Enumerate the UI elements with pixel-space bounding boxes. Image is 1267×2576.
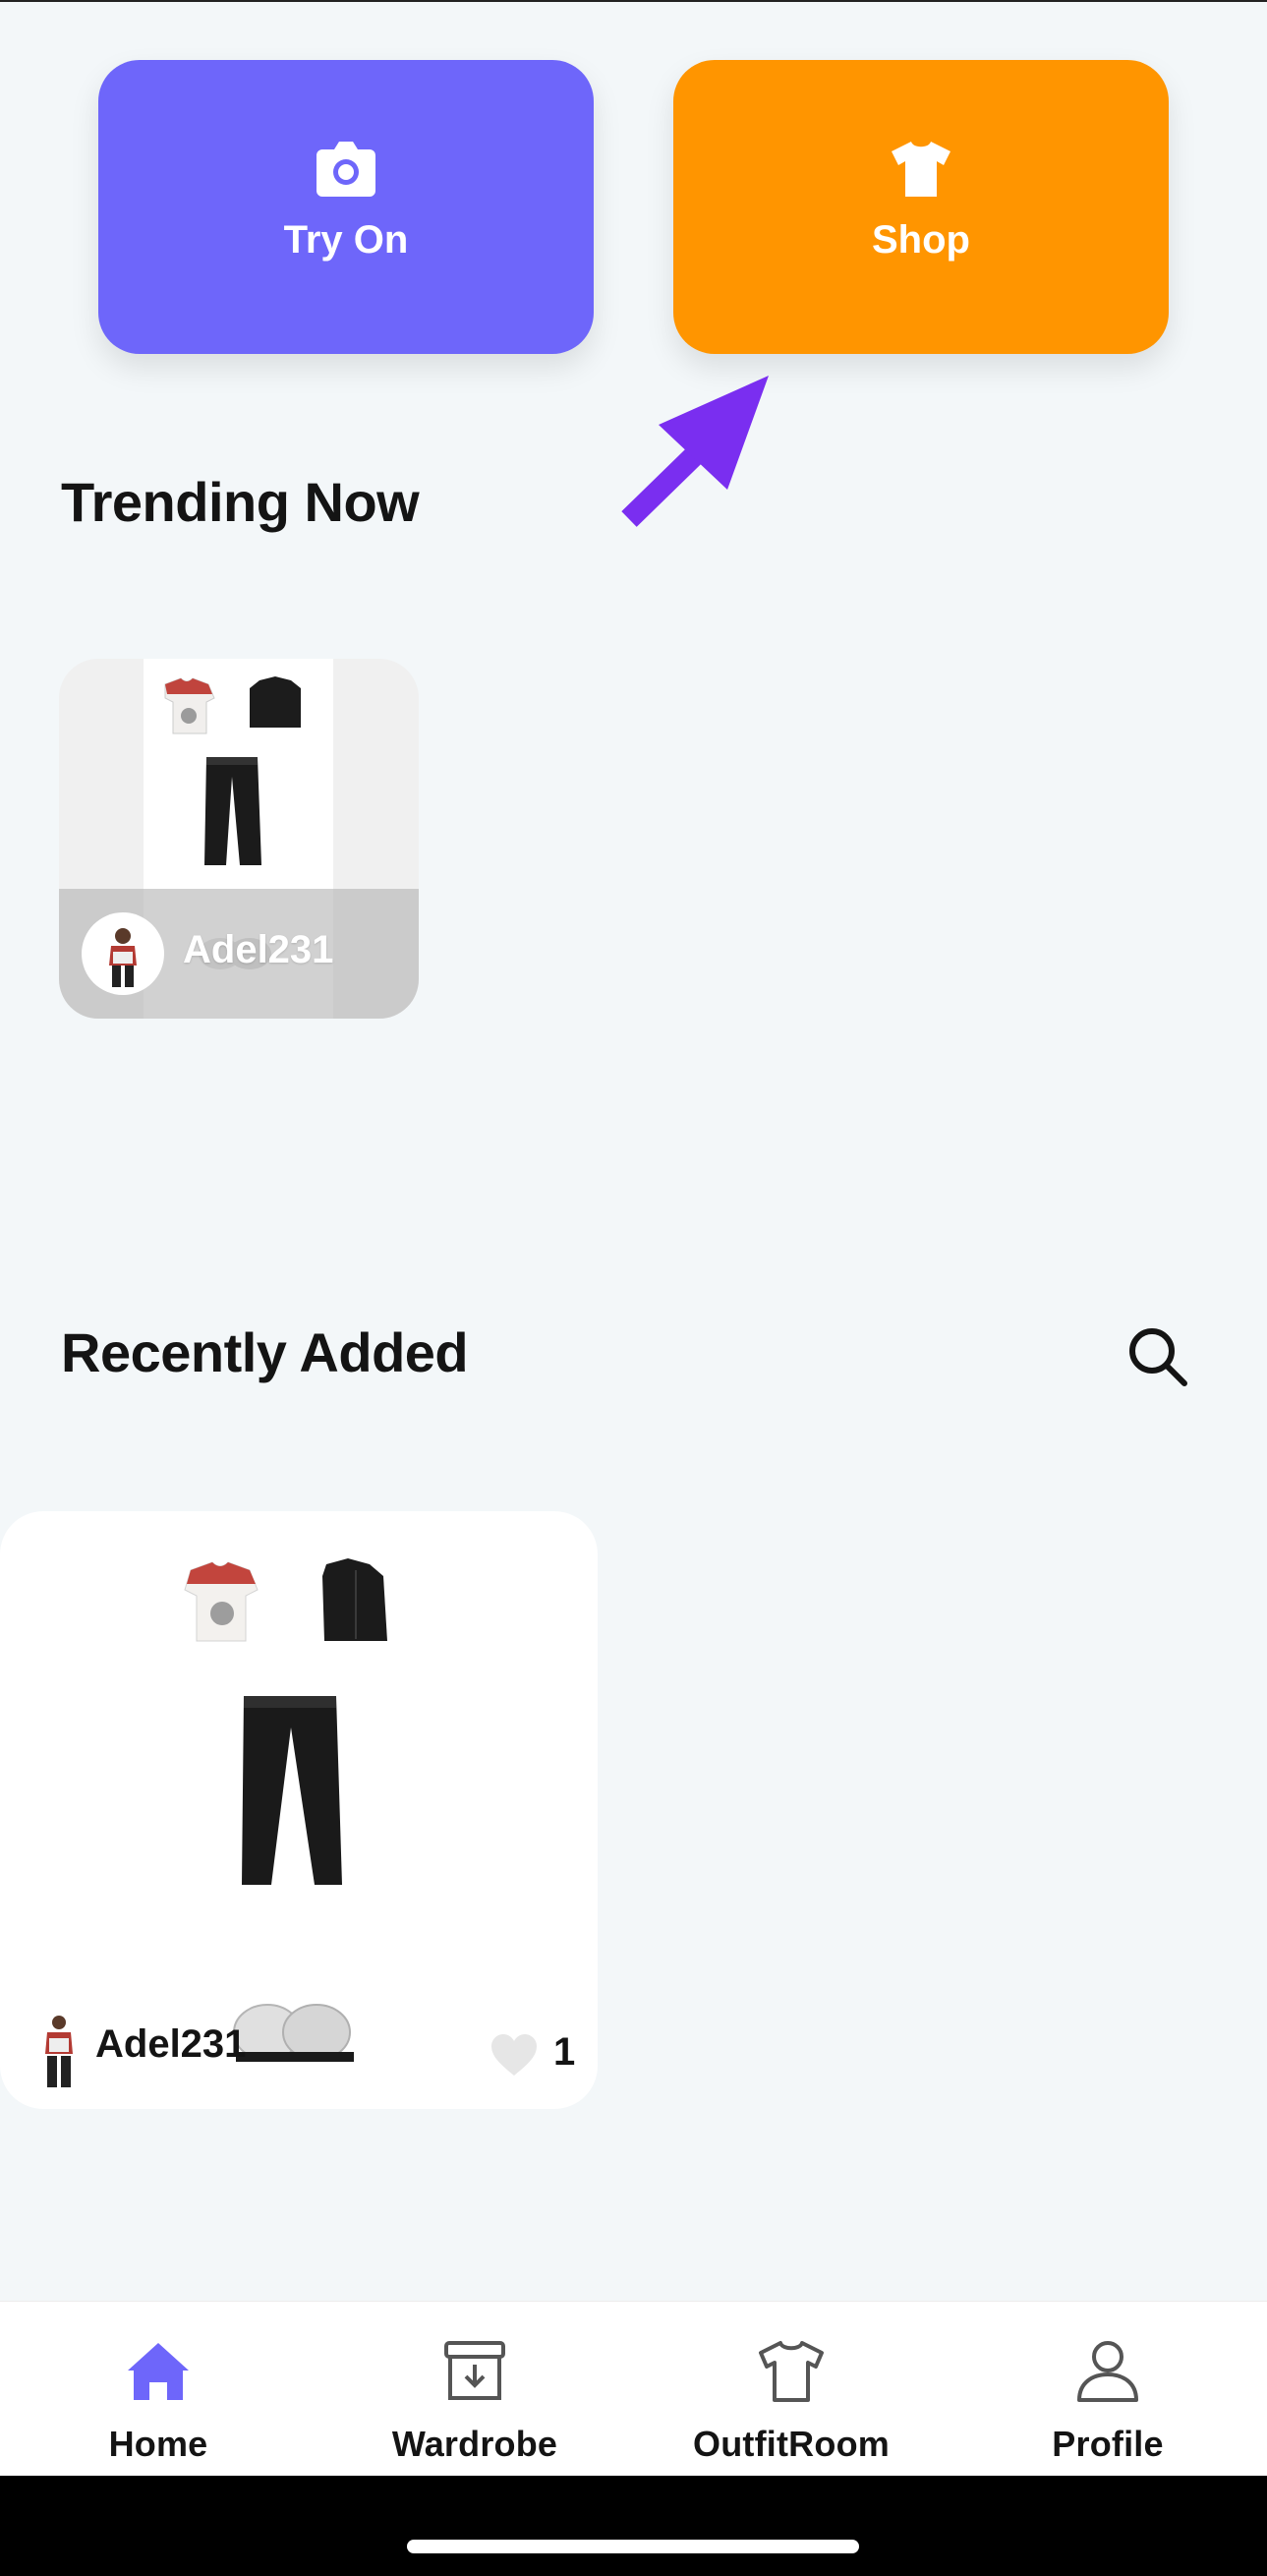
outfit-image: [184, 1558, 387, 2062]
nav-label-profile: Profile: [1052, 2424, 1164, 2464]
nav-item-home[interactable]: Home: [0, 2302, 317, 2477]
nav-label-wardrobe: Wardrobe: [391, 2424, 558, 2464]
trending-outfit-card[interactable]: Adel231: [59, 659, 419, 1019]
nav-label-home: Home: [108, 2424, 208, 2464]
shop-label: Shop: [872, 218, 970, 262]
recent-username: Adel231: [95, 2022, 247, 2066]
heart-icon[interactable]: [490, 2032, 539, 2078]
like-count: 1: [553, 2030, 576, 2074]
nav-item-profile[interactable]: Profile: [950, 2302, 1266, 2477]
nav-item-outfitroom[interactable]: OutfitRoom: [633, 2302, 950, 2477]
nav-label-outfitroom: OutfitRoom: [693, 2424, 890, 2464]
home-indicator-area: [0, 2476, 1267, 2576]
shop-button[interactable]: Shop: [673, 60, 1169, 354]
search-icon[interactable]: [1123, 1322, 1192, 1391]
recent-section-title: Recently Added: [61, 1321, 469, 1383]
wardrobe-box-icon: [444, 2341, 505, 2400]
recent-outfit-card[interactable]: Adel231 1: [0, 1511, 598, 2109]
avatar[interactable]: [82, 912, 164, 995]
bottom-navigation: Home Wardrobe OutfitRoom Profile: [0, 2301, 1267, 2477]
home-icon: [128, 2343, 189, 2400]
tshirt-icon: [892, 142, 950, 197]
person-icon: [1077, 2341, 1138, 2402]
trending-username: Adel231: [183, 928, 334, 971]
tshirt-outline-icon: [759, 2341, 824, 2402]
try-on-button[interactable]: Try On: [98, 60, 594, 354]
avatar[interactable]: [37, 2013, 81, 2089]
camera-icon: [317, 142, 375, 197]
arrow-pointer-icon: [621, 376, 769, 527]
home-indicator[interactable]: [407, 2540, 859, 2553]
nav-item-wardrobe[interactable]: Wardrobe: [317, 2302, 633, 2477]
trending-section-title: Trending Now: [61, 471, 420, 533]
try-on-label: Try On: [283, 218, 409, 262]
status-edge: [0, 0, 1267, 2]
